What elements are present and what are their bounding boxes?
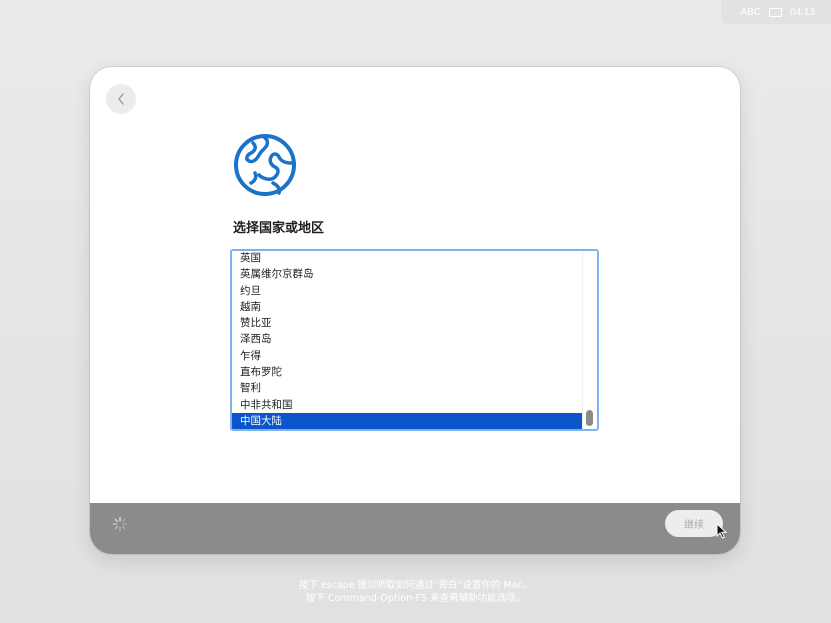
voiceover-hint: 按下 escape 键以听取如何通过“旁白”设置你的 Mac。 — [298, 580, 533, 591]
selected-list-item[interactable]: 中国大陆 — [232, 412, 584, 429]
list-item[interactable]: 英属维尔京群岛 — [232, 266, 584, 282]
spinner-icon — [112, 516, 128, 532]
chevron-left-icon — [118, 93, 124, 105]
list-item[interactable]: 中非共和国 — [232, 397, 584, 413]
list-item[interactable]: 直布罗陀 — [232, 364, 584, 380]
menubar-status: ABC 04:13 — [721, 0, 831, 24]
list-item[interactable]: 泽西岛 — [232, 331, 584, 347]
page-title: 选择国家或地区 — [233, 221, 325, 236]
list-item[interactable]: 智利 — [232, 380, 584, 396]
country-list-items: 英国 英属维尔京群岛 约旦 越南 赞比亚 泽西岛 乍得 直布罗陀 智利 中非共和… — [232, 251, 584, 429]
scroll-thumb[interactable] — [586, 410, 593, 426]
setup-window: 选择国家或地区 英国 英属维尔京群岛 约旦 越南 赞比亚 泽西岛 乍得 直布罗陀… — [90, 67, 740, 554]
setup-assistant-screen: ABC 04:13 选择国家或地区 英国 英属维尔京群岛 约旦 越南 赞比亚 泽… — [0, 0, 831, 623]
mouse-pointer-icon — [716, 523, 728, 539]
list-item[interactable]: 约旦 — [232, 283, 584, 299]
list-item[interactable]: 赞比亚 — [232, 315, 584, 331]
continue-button[interactable]: 继续 — [665, 510, 723, 537]
input-source-label[interactable]: ABC — [740, 7, 761, 18]
globe-icon — [234, 134, 296, 196]
list-item[interactable]: 越南 — [232, 299, 584, 315]
back-button[interactable] — [106, 84, 136, 114]
list-item[interactable]: 英国 — [232, 251, 584, 266]
accessibility-hint: 按下 Command-Option-F5 来查看辅助功能选项。 — [305, 593, 526, 604]
country-list[interactable]: 英国 英属维尔京群岛 约旦 越南 赞比亚 泽西岛 乍得 直布罗陀 智利 中非共和… — [230, 249, 599, 431]
keyboard-icon[interactable] — [768, 7, 782, 17]
bottom-bar: 继续 — [90, 503, 740, 554]
list-scrollbar[interactable] — [582, 251, 597, 429]
list-item[interactable]: 乍得 — [232, 348, 584, 364]
clock: 04:13 — [789, 6, 815, 18]
